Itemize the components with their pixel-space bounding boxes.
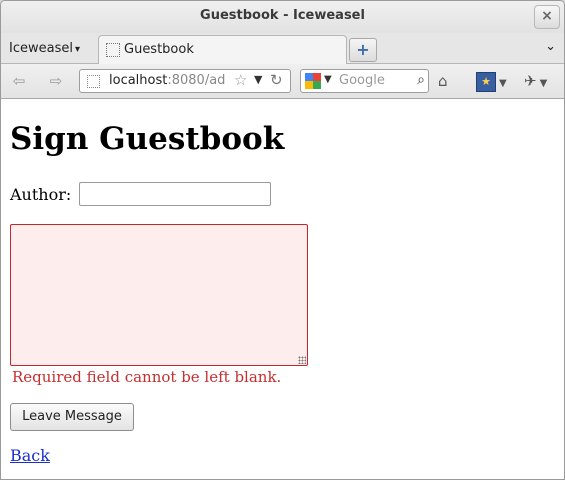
chevron-down-icon: ▾ (74, 44, 80, 55)
reload-icon[interactable]: ↻ (270, 71, 283, 89)
navigation-toolbar: ⇦ ⇨ localhost:8080/ad ☆ ▼ ↻ ▼ Google ⌕ ⌂… (1, 64, 564, 99)
history-dropdown-icon[interactable]: ▼ (254, 73, 262, 86)
url-path: :8080/ad (167, 73, 226, 88)
page-content: Sign Guestbook Author: Required field ca… (1, 99, 564, 479)
page-icon (106, 43, 120, 57)
author-label: Author: (10, 185, 72, 204)
search-input[interactable]: Google (339, 73, 385, 88)
back-button[interactable]: ⇦ (6, 70, 32, 92)
window-close-button[interactable]: × (534, 5, 560, 29)
tab-list-button[interactable]: ⌄ (545, 39, 556, 54)
leave-message-button[interactable]: Leave Message (10, 403, 134, 431)
validation-error: Required field cannot be left blank. (12, 368, 282, 386)
bookmarks-icon: ★ (476, 71, 496, 92)
addons-button[interactable]: ✈ ▼ (524, 70, 547, 92)
page-icon (87, 75, 100, 88)
url-text[interactable]: localhost:8080/ad (109, 73, 225, 88)
tab-bar: Iceweasel ▾ Guestbook + ⌄ (1, 33, 564, 64)
forward-button[interactable]: ⇨ (43, 70, 69, 92)
window-title: Guestbook - Iceweasel (200, 8, 365, 23)
chevron-down-icon: ▼ (539, 78, 548, 89)
chevron-down-icon[interactable]: ▼ (324, 74, 332, 85)
addons-icon: ✈ (524, 72, 537, 90)
message-textarea[interactable] (10, 224, 308, 366)
home-icon: ⌂ (438, 72, 448, 90)
tab-guestbook[interactable]: Guestbook (98, 35, 347, 64)
page-title: Sign Guestbook (10, 121, 285, 157)
home-button[interactable]: ⌂ (438, 70, 448, 92)
chevron-down-icon: ▼ (499, 78, 507, 89)
resize-grip-icon[interactable] (298, 356, 306, 364)
google-engine-icon[interactable] (305, 73, 321, 89)
title-bar: Guestbook - Iceweasel × (1, 1, 564, 33)
search-icon[interactable]: ⌕ (417, 72, 425, 88)
tab-label: Guestbook (124, 42, 194, 57)
url-bar[interactable]: localhost:8080/ad ☆ ▼ ↻ (79, 69, 291, 93)
bookmark-star-icon[interactable]: ☆ (234, 71, 247, 89)
app-menu-label: Iceweasel (9, 41, 73, 56)
new-tab-button[interactable]: + (349, 38, 377, 62)
url-host: localhost (109, 73, 168, 88)
forward-icon: ⇨ (49, 72, 63, 90)
back-icon: ⇦ (12, 72, 26, 90)
bookmarks-button[interactable]: ★ ▼ (476, 70, 507, 92)
search-bar[interactable]: ▼ Google ⌕ (300, 69, 429, 93)
browser-window: Guestbook - Iceweasel × Iceweasel ▾ Guest… (0, 0, 565, 480)
back-link[interactable]: Back (10, 446, 50, 465)
author-field[interactable] (79, 182, 271, 206)
app-menu-button[interactable]: Iceweasel ▾ (9, 41, 80, 56)
